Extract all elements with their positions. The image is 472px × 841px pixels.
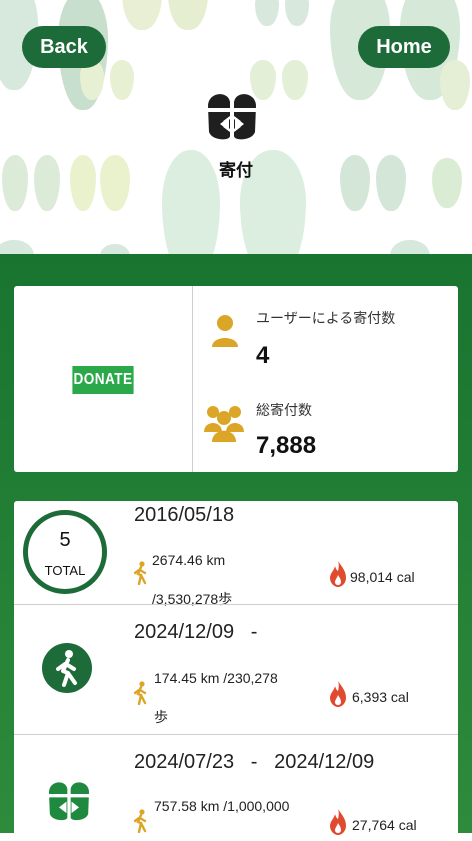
record-calories: 27,764 cal (352, 817, 417, 833)
home-button[interactable]: Home (358, 26, 450, 68)
walking-person-circle-icon (42, 643, 92, 693)
total-donations-value: 7,888 (256, 432, 317, 459)
header: Back Home 寄付 (0, 0, 472, 258)
walking-person-icon (133, 561, 147, 585)
list-item[interactable]: 2024/12/09 - 174.45 km /230,278 歩 6,393 … (14, 605, 458, 733)
donation-history-list: 5 TOTAL 2016/05/18 2674.46 km /3,530,278… (14, 501, 458, 841)
record-steps: 歩 (154, 709, 168, 725)
donate-badge[interactable]: DONATE (72, 366, 134, 394)
total-count: 5 (59, 529, 71, 551)
user-icon (212, 315, 238, 347)
record-date: 2024/07/23 - 2024/12/09 (134, 751, 375, 773)
back-button[interactable]: Back (22, 26, 106, 68)
total-label: TOTAL (44, 563, 86, 578)
user-donations-label: ユーザーによる寄付数 (256, 311, 396, 327)
group-icon (204, 406, 244, 442)
donation-summary-card: DONATE ユーザーによる寄付数 4 総寄付数 7,888 (14, 286, 458, 472)
total-donations-label: 総寄付数 (256, 403, 312, 419)
total-badge: 5 TOTAL (23, 510, 107, 594)
record-date: 2024/12/09 - (134, 621, 258, 643)
record-calories: 98,014 cal (350, 569, 415, 585)
record-date: 2016/05/18 (134, 504, 235, 526)
divider (192, 286, 193, 472)
list-item[interactable]: 2024/07/23 - 2024/12/09 757.58 km /1,000… (14, 735, 458, 841)
list-item[interactable]: 5 TOTAL 2016/05/18 2674.46 km /3,530,278… (14, 501, 458, 607)
record-distance: 757.58 km /1,000,000 (154, 798, 290, 814)
record-calories: 6,393 cal (352, 689, 409, 705)
flame-icon (330, 809, 346, 835)
flame-icon (330, 681, 346, 707)
footprints-arrows-icon (49, 782, 89, 821)
walking-person-icon (133, 681, 147, 705)
walking-person-icon (133, 809, 147, 833)
page-title: 寄付 (219, 161, 253, 181)
record-distance: 2674.46 km (152, 552, 226, 568)
footprints-arrows-icon (208, 94, 256, 140)
user-donations-value: 4 (256, 342, 270, 369)
record-distance: 174.45 km /230,278 (154, 670, 278, 686)
flame-icon (330, 561, 346, 587)
